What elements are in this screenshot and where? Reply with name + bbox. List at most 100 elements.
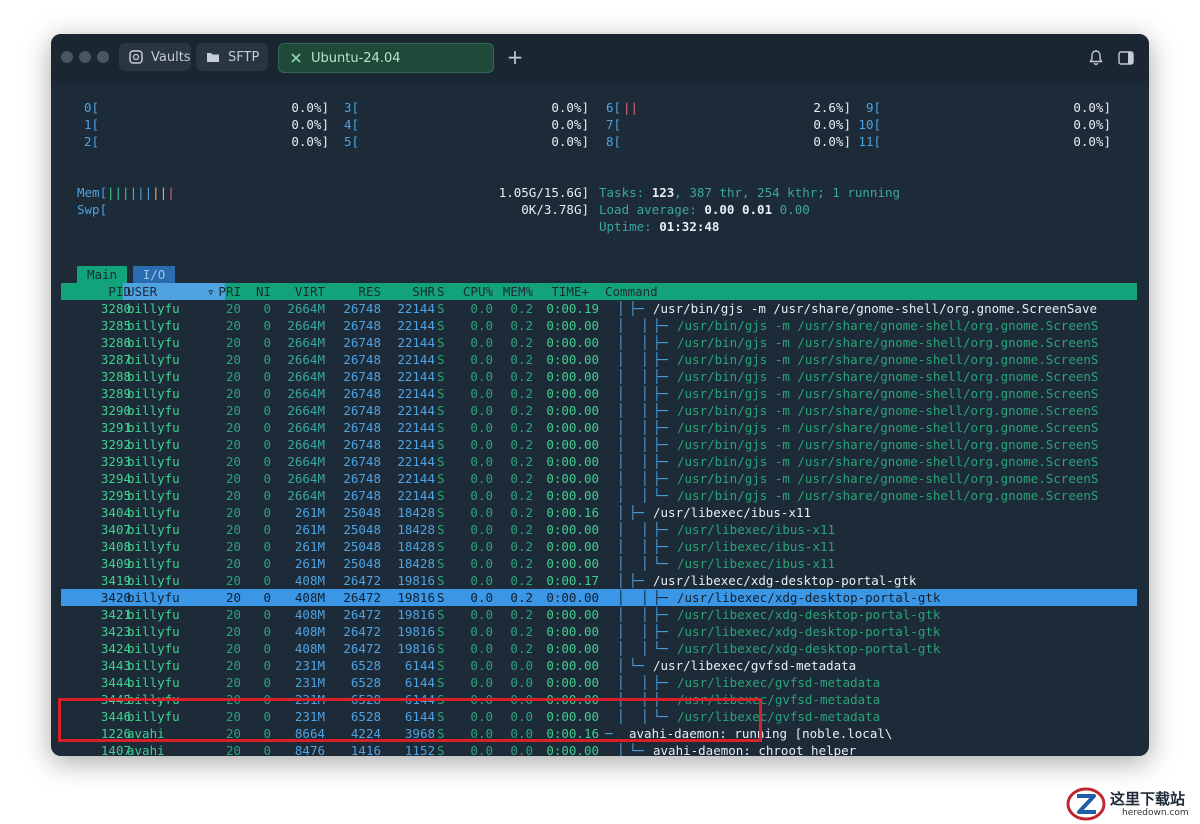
process-pid: 3290 [100, 403, 131, 418]
process-row[interactable]: 3280 billyfu 20 0 2664M 26748 22144 S 0.0 0.2 0:00… [61, 300, 1137, 317]
process-row[interactable]: 3285 billyfu 20 0 2664M 26748 22144 S 0.0 0.2 0:00… [61, 317, 1137, 334]
column-header-s[interactable]: S [437, 283, 449, 300]
bell-icon[interactable] [1087, 49, 1105, 67]
process-pid: 1407 [100, 743, 131, 756]
process-pid: 3404 [100, 505, 131, 520]
process-row[interactable]: 3424 billyfu 20 0 408M 26472 19816 S 0.0 0.2 0:00.… [61, 640, 1137, 657]
process-row[interactable]: 3419 billyfu 20 0 408M 26472 19816 S 0.0 0.2 0:00.… [61, 572, 1137, 589]
process-state: S [437, 488, 445, 503]
process-command: /usr/libexec/gvfsd-metadata [677, 675, 881, 690]
column-header-time-plus[interactable]: TIME+ [539, 283, 589, 300]
process-cpu: 0.0 [470, 539, 493, 554]
column-header-pid[interactable]: PID [61, 283, 131, 300]
tab-vaults[interactable]: Vaults [119, 43, 191, 71]
window-zoom-dot[interactable] [97, 51, 109, 63]
close-icon[interactable] [289, 51, 303, 65]
process-row[interactable]: 3287 billyfu 20 0 2664M 26748 22144 S 0.0 0.2 0:00… [61, 351, 1137, 368]
tab-sftp[interactable]: SFTP [196, 43, 268, 71]
process-shr: 18428 [397, 539, 435, 554]
process-row[interactable]: 3404 billyfu 20 0 261M 25048 18428 S 0.0 0.2 0:00.… [61, 504, 1137, 521]
process-row[interactable]: 3444 billyfu 20 0 231M 6528 6144 S 0.0 0.0 0:00.00… [61, 674, 1137, 691]
process-row[interactable]: 3421 billyfu 20 0 408M 26472 19816 S 0.0 0.2 0:00.… [61, 606, 1137, 623]
column-header-pri[interactable]: PRI [215, 283, 241, 300]
column-header-mem-pct[interactable]: MEM% [493, 283, 533, 300]
tab-ubuntu[interactable]: Ubuntu-24.04 [278, 43, 494, 73]
process-virt: 2664M [287, 352, 325, 367]
process-row[interactable]: 3289 billyfu 20 0 2664M 26748 22144 S 0.0 0.2 0:00… [61, 385, 1137, 402]
column-header-ni[interactable]: NI [247, 283, 271, 300]
screen-tab-main[interactable]: Main [77, 266, 127, 283]
process-row[interactable]: 3407 billyfu 20 0 261M 25048 18428 S 0.0 0.2 0:00.… [61, 521, 1137, 538]
tree-branch: ├─ [653, 403, 676, 418]
process-row[interactable]: 3409 billyfu 20 0 261M 25048 18428 S 0.0 0.2 0:00.… [61, 555, 1137, 572]
process-row[interactable]: 3286 billyfu 20 0 2664M 26748 22144 S 0.0 0.2 0:00… [61, 334, 1137, 351]
sort-arrow-icon: ▿ [207, 284, 215, 299]
cpu-meter: 10[0.0%] [858, 116, 1111, 133]
tree-branch: ├─ [629, 573, 652, 588]
process-row[interactable]: 3292 billyfu 20 0 2664M 26748 22144 S 0.0 0.2 0:00… [61, 436, 1137, 453]
process-priority: 20 [225, 335, 241, 350]
process-row[interactable]: 3290 billyfu 20 0 2664M 26748 22144 S 0.0 0.2 0:00… [61, 402, 1137, 419]
process-time: 0:00.00 [546, 556, 599, 571]
htop-screen[interactable]: 0[0.0%] 1[0.0%] 2[0.0%] 3[0.0%] 4[0.0%] 5[0.0… [51, 82, 1149, 756]
process-row[interactable]: 3288 billyfu 20 0 2664M 26748 22144 S 0.0 0.2 0:00… [61, 368, 1137, 385]
load-average-line-part: 0.00 [779, 202, 810, 217]
process-shr: 18428 [397, 505, 435, 520]
process-row[interactable]: 3295 billyfu 20 0 2664M 26748 22144 S 0.0 0.2 0:00… [61, 487, 1137, 504]
process-command: /usr/bin/gjs -m /usr/share/gnome-shell/o… [653, 301, 1098, 316]
cpu-meter-id: 8[ [605, 134, 621, 149]
cpu-meter: 0[0.0%] [77, 99, 329, 116]
memory-meter-label: Mem[ [77, 185, 108, 200]
screen-tab-io[interactable]: I/O [133, 266, 175, 283]
process-user: billyfu [127, 556, 180, 571]
window-minimize-dot[interactable] [79, 51, 91, 63]
process-res: 26748 [343, 335, 381, 350]
sidebar-toggle-icon[interactable] [1117, 49, 1135, 67]
process-cpu: 0.0 [470, 437, 493, 452]
process-cpu: 0.0 [470, 641, 493, 656]
process-time: 0:00.00 [546, 590, 599, 605]
process-virt: 231M [294, 658, 325, 673]
process-res: 25048 [343, 522, 381, 537]
process-row[interactable]: 3294 billyfu 20 0 2664M 26748 22144 S 0.0 0.2 0:00… [61, 470, 1137, 487]
process-row[interactable]: 3423 billyfu 20 0 408M 26472 19816 S 0.0 0.2 0:00.… [61, 623, 1137, 640]
process-nice: 0 [263, 675, 271, 690]
window-close-dot[interactable] [61, 51, 73, 63]
new-tab-button[interactable]: + [505, 46, 525, 68]
cpu-meter: 6[|| 2.6%] [599, 99, 851, 116]
process-cpu: 0.0 [470, 386, 493, 401]
process-command: /usr/libexec/ibus-x11 [677, 556, 836, 571]
process-res: 26472 [343, 590, 381, 605]
process-res: 26472 [343, 607, 381, 622]
process-mem: 0.2 [510, 488, 533, 503]
process-cpu: 0.0 [470, 488, 493, 503]
process-shr: 18428 [397, 556, 435, 571]
process-row[interactable]: 3443 billyfu 20 0 231M 6528 6144 S 0.0 0.0 0:00.00… [61, 657, 1137, 674]
process-row[interactable]: 3293 billyfu 20 0 2664M 26748 22144 S 0.0 0.2 0:00… [61, 453, 1137, 470]
process-state: S [437, 590, 445, 605]
process-res: 26748 [343, 386, 381, 401]
process-row[interactable]: 3408 billyfu 20 0 261M 25048 18428 S 0.0 0.2 0:00.… [61, 538, 1137, 555]
tree-branch: ├─ [653, 352, 676, 367]
process-state: S [437, 386, 445, 401]
process-time: 0:00.00 [546, 675, 599, 690]
column-header-cpu-pct[interactable]: CPU% [451, 283, 493, 300]
process-nice: 0 [263, 624, 271, 639]
tree-branch: ├─ [653, 386, 676, 401]
column-header-virt[interactable]: VIRT [275, 283, 325, 300]
process-row[interactable]: 1407 avahi 20 0 8476 1416 1152 S 0.0 0.0 0:00.00 │ └… [61, 742, 1137, 756]
process-shr: 22144 [397, 437, 435, 452]
process-time: 0:00.16 [546, 505, 599, 520]
column-header-shr[interactable]: SHR [385, 283, 435, 300]
process-shr: 22144 [397, 454, 435, 469]
load-average-line-part: 0.00 [704, 202, 742, 217]
column-header-res[interactable]: RES [329, 283, 381, 300]
cpu-meter-percent: 0.0%] [551, 100, 589, 115]
process-row[interactable]: 3420 billyfu 20 0 408M 26472 19816 S 0.0 0.2 0:00.… [61, 589, 1137, 606]
swap-meter: Swp[0K/3.78G] [77, 201, 589, 218]
process-shr: 19816 [397, 641, 435, 656]
process-command: /usr/bin/gjs -m /usr/share/gnome-shell/o… [677, 369, 1099, 384]
column-header: PID USER PRI NI VIRT RES SHR S CPU% MEM% TIME+ Comm… [61, 283, 1137, 300]
column-header-command[interactable]: Command [605, 283, 685, 300]
process-row[interactable]: 3291 billyfu 20 0 2664M 26748 22144 S 0.0 0.2 0:00… [61, 419, 1137, 436]
